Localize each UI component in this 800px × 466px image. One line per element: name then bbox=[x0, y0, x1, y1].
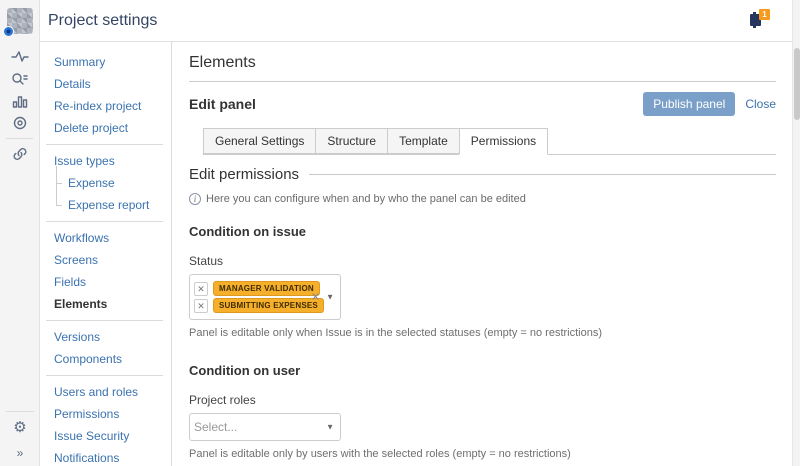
remove-tag-icon[interactable]: ✕ bbox=[194, 282, 208, 296]
sidebar-divider bbox=[46, 221, 163, 222]
reports-icon[interactable] bbox=[0, 92, 40, 110]
sidebar-item-screens[interactable]: Screens bbox=[40, 249, 171, 271]
project-settings-sidebar: Summary Details Re-index project Delete … bbox=[40, 42, 172, 466]
sidebar-item-elements[interactable]: Elements bbox=[40, 293, 171, 315]
tab-template[interactable]: Template bbox=[387, 128, 460, 154]
dropdown-arrow-icon[interactable]: ▼ bbox=[326, 423, 334, 432]
search-issues-icon[interactable] bbox=[0, 70, 40, 88]
tab-structure[interactable]: Structure bbox=[315, 128, 388, 154]
page-title: Elements bbox=[189, 54, 776, 72]
sidebar-item-fields[interactable]: Fields bbox=[40, 271, 171, 293]
project-roles-label: Project roles bbox=[189, 393, 776, 407]
sidebar-item-workflows[interactable]: Workflows bbox=[40, 227, 171, 249]
remove-tag-icon[interactable]: ✕ bbox=[194, 299, 208, 313]
info-icon: i bbox=[189, 193, 201, 205]
project-avatar[interactable] bbox=[7, 8, 33, 34]
sidebar-item-delete-project[interactable]: Delete project bbox=[40, 117, 171, 139]
selected-status-row: ✕ SUBMITTING EXPENSES bbox=[194, 298, 306, 313]
condition-on-user-heading: Condition on user bbox=[189, 363, 776, 378]
close-link[interactable]: Close bbox=[745, 97, 776, 111]
info-message: i Here you can configure when and by who… bbox=[189, 193, 776, 205]
sidebar-divider bbox=[46, 320, 163, 321]
addon-badge-count: 1 bbox=[759, 9, 770, 20]
page-header: Project settings 1 bbox=[40, 0, 800, 42]
sidebar-item-issue-security[interactable]: Issue Security bbox=[40, 425, 171, 447]
page-header-title: Project settings bbox=[48, 12, 157, 30]
sidebar-item-notifications[interactable]: Notifications bbox=[40, 447, 171, 466]
publish-panel-button[interactable]: Publish panel bbox=[643, 92, 735, 116]
status-lozenge: SUBMITTING EXPENSES bbox=[213, 298, 324, 313]
status-lozenge: MANAGER VALIDATION bbox=[213, 281, 320, 296]
sidebar-item-versions[interactable]: Versions bbox=[40, 326, 171, 348]
status-helper-text: Panel is editable only when Issue is in … bbox=[189, 327, 776, 339]
sidebar-divider bbox=[46, 375, 163, 376]
sidebar-item-details[interactable]: Details bbox=[40, 73, 171, 95]
project-roles-placeholder: Select... bbox=[194, 420, 237, 434]
shortcuts-link-icon[interactable] bbox=[0, 145, 40, 163]
panel-tabs: General Settings Structure Template Perm… bbox=[203, 128, 776, 155]
scrollbar-thumb[interactable] bbox=[794, 48, 800, 120]
sidebar-item-issue-types[interactable]: Issue types bbox=[40, 150, 171, 172]
project-roles-select[interactable]: Select... ▼ bbox=[189, 413, 341, 441]
rail-divider bbox=[6, 138, 33, 139]
sidebar-item-users-and-roles[interactable]: Users and roles bbox=[40, 381, 171, 403]
main-content: Elements Edit panel Publish panel Close … bbox=[173, 42, 792, 466]
dropdown-arrow-icon[interactable]: ▼ bbox=[326, 293, 334, 302]
tab-general-settings[interactable]: General Settings bbox=[203, 128, 316, 154]
sidebar-item-permissions[interactable]: Permissions bbox=[40, 403, 171, 425]
info-text: Here you can configure when and by who t… bbox=[206, 193, 526, 205]
rail-divider-bottom bbox=[6, 411, 34, 412]
scrollbar-track[interactable] bbox=[792, 0, 800, 466]
sidebar-item-expense[interactable]: Expense bbox=[40, 172, 171, 194]
project-type-badge-icon bbox=[3, 26, 14, 37]
title-divider bbox=[189, 81, 776, 82]
settings-gear-icon[interactable]: ⚙ bbox=[0, 418, 40, 436]
edit-permissions-legend: Edit permissions bbox=[189, 166, 776, 183]
edit-permissions-heading: Edit permissions bbox=[189, 166, 299, 183]
sidebar-item-expense-report[interactable]: Expense report bbox=[40, 194, 171, 216]
sidebar-item-summary[interactable]: Summary bbox=[40, 51, 171, 73]
activity-icon[interactable] bbox=[0, 48, 40, 66]
releases-target-icon[interactable] bbox=[0, 114, 40, 132]
addon-notification-icon[interactable]: 1 bbox=[748, 9, 770, 29]
sidebar-divider bbox=[46, 144, 163, 145]
expand-sidebar-icon[interactable]: » bbox=[0, 444, 40, 462]
selected-status-row: ✕ MANAGER VALIDATION bbox=[194, 281, 306, 296]
condition-on-issue-heading: Condition on issue bbox=[189, 224, 776, 239]
sidebar-item-reindex-project[interactable]: Re-index project bbox=[40, 95, 171, 117]
clear-select-icon[interactable]: ✕ bbox=[311, 291, 320, 304]
project-roles-helper-text: Panel is editable only by users with the… bbox=[189, 448, 776, 460]
tab-permissions[interactable]: Permissions bbox=[459, 128, 548, 155]
status-label: Status bbox=[189, 254, 776, 268]
status-multiselect[interactable]: ✕ MANAGER VALIDATION ✕ SUBMITTING EXPENS… bbox=[189, 274, 341, 320]
edit-panel-title: Edit panel bbox=[189, 96, 643, 112]
sidebar-item-components[interactable]: Components bbox=[40, 348, 171, 370]
legend-rule bbox=[309, 174, 776, 175]
app-icon-rail: ⚙ » bbox=[0, 0, 40, 466]
